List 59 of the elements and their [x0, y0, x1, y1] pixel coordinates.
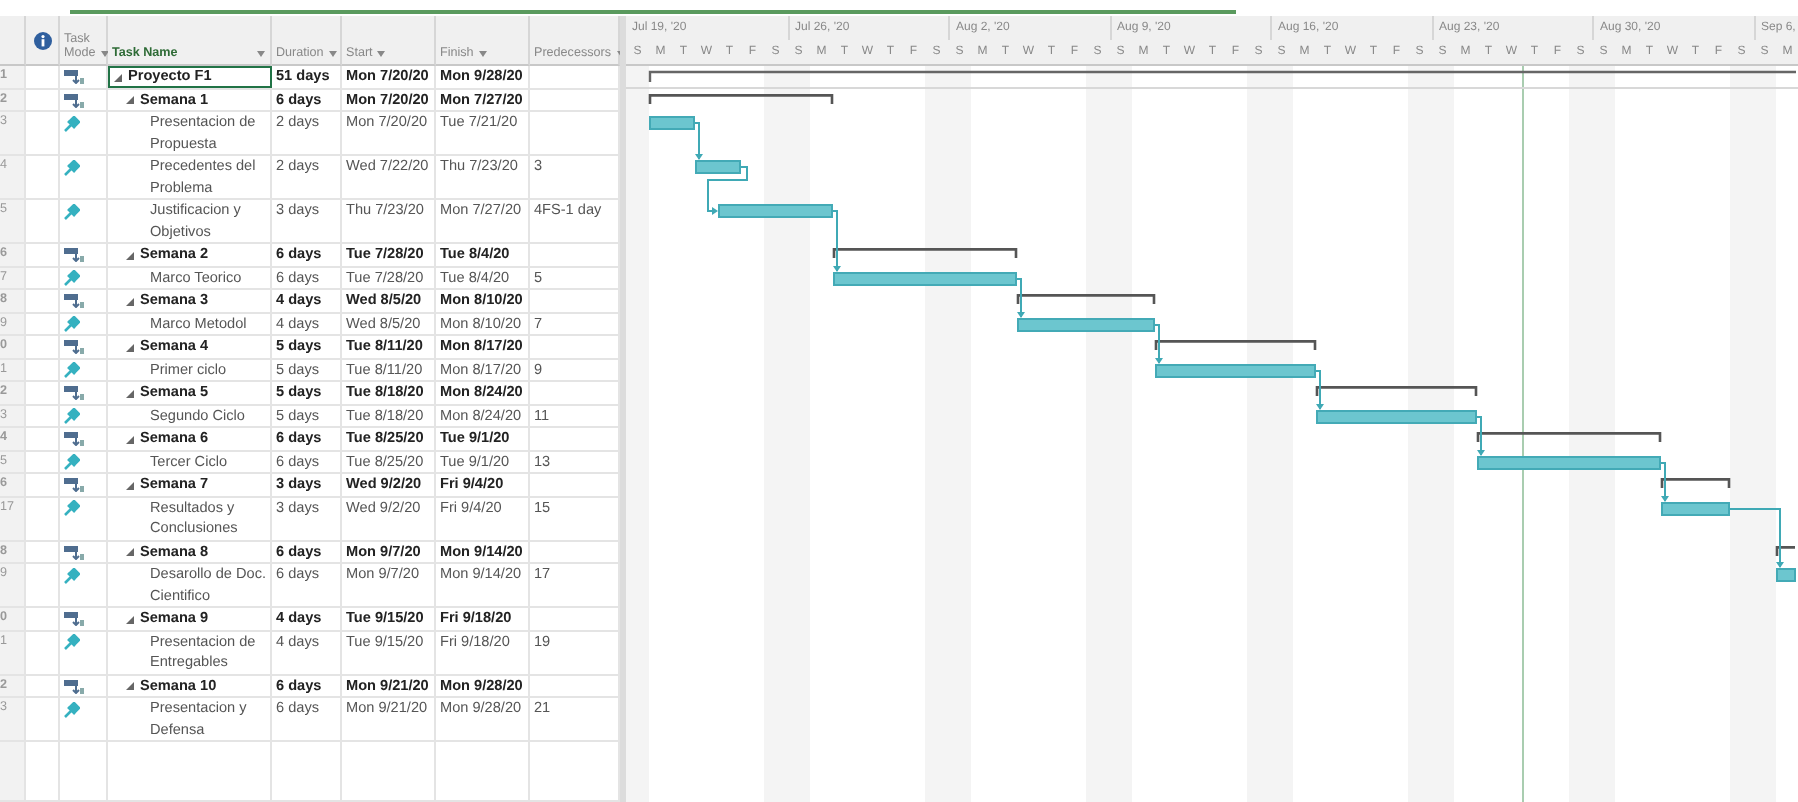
collapse-icon[interactable] — [114, 73, 122, 81]
dropdown-icon[interactable] — [477, 50, 488, 58]
auto-scheduled-icon — [64, 545, 84, 560]
collapse-icon[interactable] — [126, 389, 134, 397]
summary-bar[interactable] — [1315, 386, 1478, 396]
link-arrow — [1315, 370, 1324, 410]
dropdown-icon[interactable] — [376, 50, 387, 58]
link-arrow — [707, 166, 748, 215]
pin-icon — [64, 270, 80, 287]
link-arrow — [1154, 324, 1163, 364]
link-arrow — [1476, 416, 1485, 456]
indicator-header[interactable] — [26, 16, 60, 66]
auto-scheduled-icon — [64, 340, 84, 355]
auto-scheduled-icon — [64, 386, 84, 401]
pin-icon — [64, 567, 80, 584]
summary-bar[interactable] — [1660, 478, 1731, 488]
pin-icon — [64, 316, 80, 333]
dropdown-icon[interactable] — [99, 50, 110, 58]
auto-scheduled-icon — [64, 93, 84, 108]
collapse-icon[interactable] — [126, 96, 134, 104]
auto-scheduled-icon — [64, 294, 84, 309]
pin-icon — [64, 500, 80, 517]
collapse-icon[interactable] — [126, 682, 134, 690]
link-arrow — [1016, 278, 1025, 318]
summary-bar[interactable] — [1016, 294, 1156, 304]
auto-scheduled-icon — [64, 248, 84, 263]
dropdown-icon[interactable] — [327, 50, 338, 58]
pin-icon — [64, 203, 80, 220]
project-summary-bar[interactable] — [648, 70, 1796, 83]
auto-scheduled-icon — [64, 612, 84, 627]
pin-icon — [64, 362, 80, 379]
collapse-icon[interactable] — [126, 343, 134, 351]
collapse-icon[interactable] — [126, 481, 134, 489]
pin-icon — [64, 701, 80, 718]
pin-icon — [64, 634, 80, 651]
auto-scheduled-icon — [64, 478, 84, 493]
pin-icon — [64, 454, 80, 471]
link-arrow — [694, 122, 703, 160]
collapse-icon[interactable] — [126, 615, 134, 623]
auto-scheduled-icon — [64, 679, 84, 694]
pin-icon — [64, 408, 80, 425]
link-arrow — [1660, 462, 1669, 502]
pin-icon — [64, 159, 80, 176]
summary-bar[interactable] — [648, 94, 834, 104]
info-icon — [33, 31, 51, 49]
summary-bar[interactable] — [1476, 432, 1662, 442]
collapse-icon[interactable] — [126, 548, 134, 556]
auto-scheduled-icon — [64, 432, 84, 447]
collapse-icon[interactable] — [126, 435, 134, 443]
collapse-icon[interactable] — [126, 297, 134, 305]
link-arrow — [1729, 508, 1784, 568]
summary-bar[interactable] — [1775, 546, 1795, 556]
collapse-icon[interactable] — [126, 251, 134, 259]
auto-scheduled-icon — [64, 70, 84, 85]
link-arrow — [832, 210, 841, 272]
summary-bar[interactable] — [1154, 340, 1317, 350]
dropdown-icon[interactable] — [256, 50, 266, 58]
pin-icon — [64, 115, 80, 132]
summary-bar[interactable] — [832, 248, 1018, 258]
